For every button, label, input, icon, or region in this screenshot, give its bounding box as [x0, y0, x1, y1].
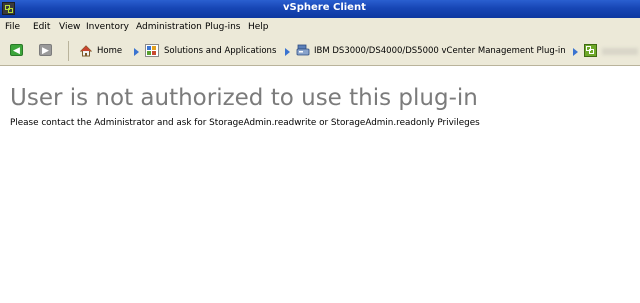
breadcrumb-arrow-icon[interactable] — [573, 48, 578, 56]
vcenter-icon[interactable] — [584, 44, 597, 57]
error-message: Please contact the Administrator and ask… — [10, 118, 480, 128]
menu-administration[interactable]: Administration — [136, 22, 202, 32]
storage-plugin-icon — [296, 44, 310, 56]
forward-arrow-icon: ▶ — [42, 46, 49, 56]
breadcrumb-home[interactable]: Home — [97, 46, 122, 56]
window-title: vSphere Client — [283, 2, 366, 13]
breadcrumb-plugin[interactable]: IBM DS3000/DS4000/DS5000 vCenter Managem… — [314, 46, 566, 56]
solutions-grid-icon — [145, 44, 159, 57]
back-arrow-icon: ◀ — [13, 46, 20, 56]
redacted-inventory-item — [602, 48, 638, 55]
title-bar: vSphere Client — [0, 0, 640, 18]
error-heading: User is not authorized to use this plug-… — [10, 85, 478, 111]
forward-button[interactable]: ▶ — [39, 44, 52, 56]
breadcrumb-arrow-icon[interactable] — [134, 48, 139, 56]
menu-bar: File Edit View Inventory Administration … — [0, 18, 640, 36]
toolbar-separator — [68, 41, 69, 61]
menu-view[interactable]: View — [59, 22, 80, 32]
menu-edit[interactable]: Edit — [33, 22, 50, 32]
menu-inventory[interactable]: Inventory — [86, 22, 129, 32]
navigation-toolbar: ◀ ▶ Home Solutions and Applications IBM … — [0, 36, 640, 66]
vsphere-logo-icon[interactable] — [2, 2, 15, 15]
menu-help[interactable]: Help — [248, 22, 269, 32]
menu-plugins[interactable]: Plug-ins — [205, 22, 241, 32]
back-button[interactable]: ◀ — [10, 44, 23, 56]
home-icon[interactable] — [80, 45, 92, 57]
breadcrumb-solutions[interactable]: Solutions and Applications — [164, 46, 276, 56]
menu-file[interactable]: File — [5, 22, 20, 32]
breadcrumb-arrow-icon[interactable] — [285, 48, 290, 56]
plugin-content-pane: User is not authorized to use this plug-… — [0, 66, 640, 303]
